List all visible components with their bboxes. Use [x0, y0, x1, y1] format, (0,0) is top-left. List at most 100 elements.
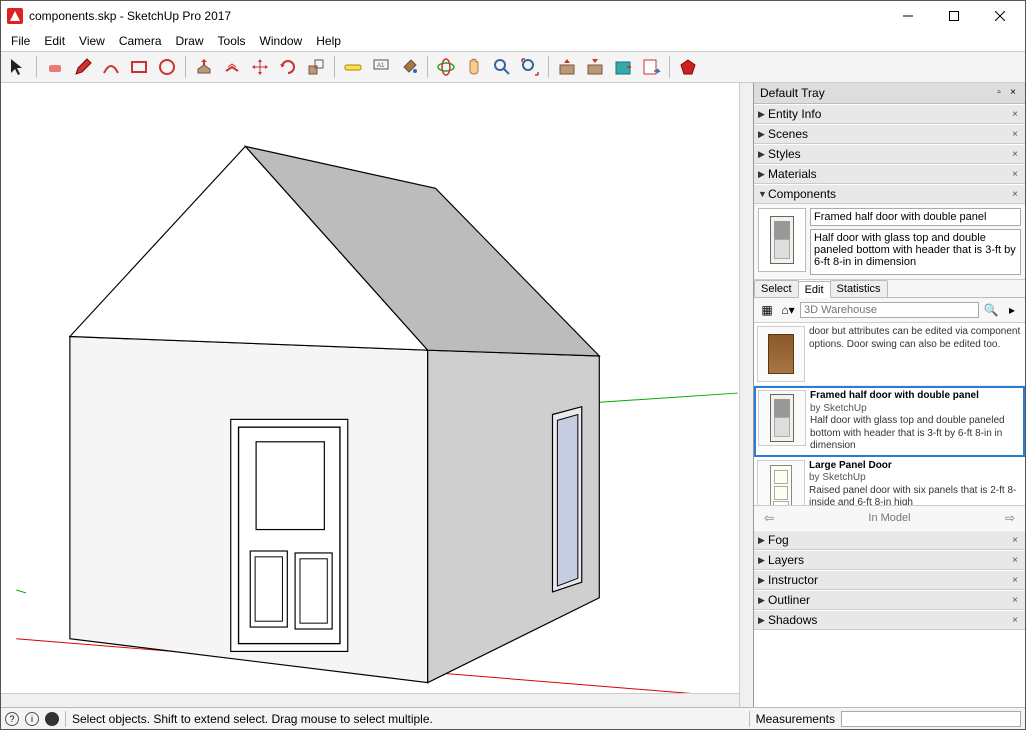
paintbucket-tool-icon[interactable]: [396, 54, 422, 80]
menu-edit[interactable]: Edit: [38, 32, 71, 50]
component-list: door but attributes can be edited via co…: [754, 323, 1025, 505]
component-tabs: Select Edit Statistics: [754, 280, 1025, 298]
close-panel-icon[interactable]: ×: [1009, 595, 1021, 606]
menu-camera[interactable]: Camera: [113, 32, 168, 50]
close-panel-icon[interactable]: ×: [1009, 169, 1021, 180]
move-tool-icon[interactable]: [247, 54, 273, 80]
close-tray-icon[interactable]: ×: [1007, 87, 1019, 99]
person-icon[interactable]: [45, 712, 59, 726]
nav-label: In Model: [778, 512, 1001, 524]
nav-back-icon[interactable]: ⇦: [760, 509, 778, 527]
select-tool-icon[interactable]: [5, 54, 31, 80]
ruby-console-icon[interactable]: [675, 54, 701, 80]
close-panel-icon[interactable]: ×: [1009, 575, 1021, 586]
minimize-button[interactable]: [885, 1, 931, 31]
warehouse-get-icon[interactable]: [554, 54, 580, 80]
menubar: File Edit View Camera Draw Tools Window …: [1, 31, 1025, 51]
close-panel-icon[interactable]: ×: [1009, 555, 1021, 566]
titlebar: components.skp - SketchUp Pro 2017: [1, 1, 1025, 31]
close-panel-icon[interactable]: ×: [1009, 189, 1021, 200]
rotate-tool-icon[interactable]: [275, 54, 301, 80]
maximize-button[interactable]: [931, 1, 977, 31]
chevron-right-icon: ▶: [758, 615, 768, 626]
close-panel-icon[interactable]: ×: [1009, 615, 1021, 626]
close-button[interactable]: [977, 1, 1023, 31]
panel-scenes[interactable]: ▶Scenes×: [754, 124, 1025, 144]
statusbar: ? i Select objects. Shift to extend sele…: [1, 707, 1025, 729]
toolbar-separator: [334, 56, 335, 78]
component-thumb-icon: [758, 390, 806, 446]
view-mode-icon[interactable]: ▦: [758, 301, 776, 319]
pushpull-tool-icon[interactable]: [191, 54, 217, 80]
panel-layers[interactable]: ▶Layers×: [754, 550, 1025, 570]
panel-entity-info[interactable]: ▶Entity Info×: [754, 104, 1025, 124]
arc-tool-icon[interactable]: [98, 54, 124, 80]
rectangle-tool-icon[interactable]: [126, 54, 152, 80]
component-name-input[interactable]: [810, 208, 1021, 226]
circle-tool-icon[interactable]: [154, 54, 180, 80]
eraser-tool-icon[interactable]: [42, 54, 68, 80]
menu-tools[interactable]: Tools: [212, 32, 252, 50]
tape-tool-icon[interactable]: [340, 54, 366, 80]
pencil-tool-icon[interactable]: [70, 54, 96, 80]
panel-instructor[interactable]: ▶Instructor×: [754, 570, 1025, 590]
extensions-icon[interactable]: [610, 54, 636, 80]
tab-statistics[interactable]: Statistics: [830, 280, 888, 297]
list-item[interactable]: Framed half door with double panel by Sk…: [754, 386, 1025, 457]
panel-components[interactable]: ▼Components×: [754, 184, 1025, 204]
warehouse-share-icon[interactable]: [582, 54, 608, 80]
panel-shadows[interactable]: ▶Shadows×: [754, 610, 1025, 630]
zoom-tool-icon[interactable]: [489, 54, 515, 80]
tray-empty-area: [754, 630, 1025, 707]
component-thumbnail: [758, 208, 806, 272]
search-icon[interactable]: 🔍: [982, 301, 1000, 319]
chevron-right-icon: ▶: [758, 109, 768, 120]
viewport-3d[interactable]: [1, 83, 753, 707]
zoom-extents-tool-icon[interactable]: [517, 54, 543, 80]
list-item[interactable]: Large Panel Door by SketchUp Raised pane…: [754, 457, 1025, 506]
component-desc-input[interactable]: Half door with glass top and double pane…: [810, 229, 1021, 275]
pin-icon[interactable]: ▫: [993, 87, 1005, 99]
panel-fog[interactable]: ▶Fog×: [754, 530, 1025, 550]
orbit-tool-icon[interactable]: [433, 54, 459, 80]
details-toggle-icon[interactable]: ▸: [1003, 301, 1021, 319]
panel-outliner[interactable]: ▶Outliner×: [754, 590, 1025, 610]
text-tool-icon[interactable]: A1: [368, 54, 394, 80]
panel-materials[interactable]: ▶Materials×: [754, 164, 1025, 184]
measurements-input[interactable]: [841, 711, 1021, 727]
tab-edit[interactable]: Edit: [798, 281, 831, 298]
layout-send-icon[interactable]: [638, 54, 664, 80]
menu-help[interactable]: Help: [310, 32, 347, 50]
toolbar-separator: [669, 56, 670, 78]
close-panel-icon[interactable]: ×: [1009, 535, 1021, 546]
help-icon[interactable]: ?: [5, 712, 19, 726]
panel-styles[interactable]: ▶Styles×: [754, 144, 1025, 164]
window-title: components.skp - SketchUp Pro 2017: [29, 9, 885, 23]
viewport-scrollbar-h[interactable]: [1, 693, 739, 707]
default-tray: Default Tray ▫ × ▶Entity Info× ▶Scenes× …: [753, 83, 1025, 707]
component-thumb-icon: [757, 460, 805, 506]
scale-tool-icon[interactable]: [303, 54, 329, 80]
chevron-right-icon: ▶: [758, 555, 768, 566]
viewport-scrollbar-v[interactable]: [739, 83, 753, 707]
home-icon[interactable]: ⌂▾: [779, 301, 797, 319]
toolbar-separator: [185, 56, 186, 78]
tray-header[interactable]: Default Tray ▫ ×: [754, 83, 1025, 104]
menu-view[interactable]: View: [73, 32, 111, 50]
chevron-right-icon: ▶: [758, 535, 768, 546]
pan-tool-icon[interactable]: [461, 54, 487, 80]
close-panel-icon[interactable]: ×: [1009, 109, 1021, 120]
menu-draw[interactable]: Draw: [170, 32, 210, 50]
search-input[interactable]: [800, 302, 979, 318]
menu-window[interactable]: Window: [254, 32, 309, 50]
close-panel-icon[interactable]: ×: [1009, 129, 1021, 140]
list-item[interactable]: door but attributes can be edited via co…: [754, 323, 1025, 386]
nav-forward-icon[interactable]: ⇨: [1001, 509, 1019, 527]
toolbar-separator: [427, 56, 428, 78]
close-panel-icon[interactable]: ×: [1009, 149, 1021, 160]
offset-tool-icon[interactable]: [219, 54, 245, 80]
info-icon[interactable]: i: [25, 712, 39, 726]
toolbar: A1: [1, 51, 1025, 83]
menu-file[interactable]: File: [5, 32, 36, 50]
tab-select[interactable]: Select: [754, 280, 799, 297]
